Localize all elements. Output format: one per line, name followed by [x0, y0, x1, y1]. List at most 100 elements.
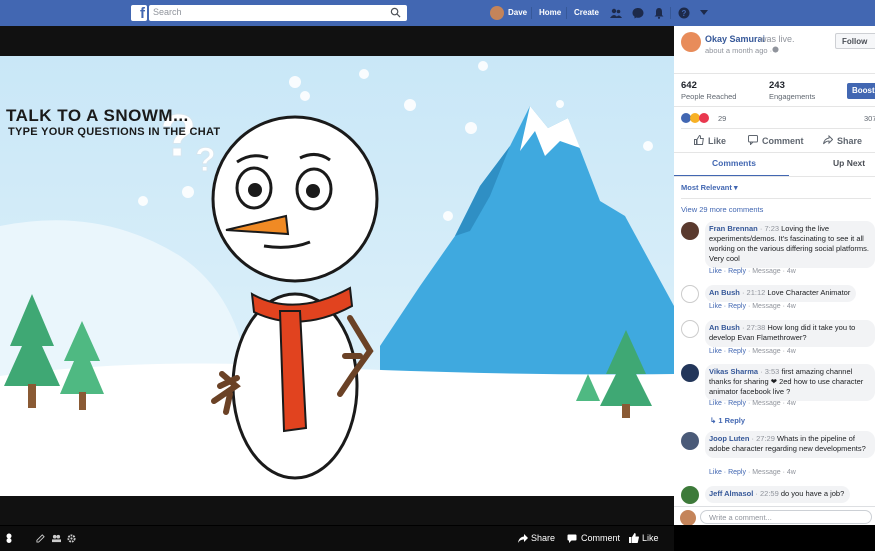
comment-icon[interactable]: [748, 135, 758, 145]
commenter-avatar[interactable]: [681, 364, 699, 382]
comment-item: Joop Luten · 27:29 Whats in the pipeline…: [674, 431, 875, 481]
comment-video-time[interactable]: · 27:38: [742, 323, 765, 332]
nav-divider: [531, 7, 532, 19]
commenter-name[interactable]: Jeff Almasol: [709, 489, 753, 498]
settings-gear-icon[interactable]: [67, 534, 76, 543]
comment-button[interactable]: Comment: [762, 136, 804, 146]
like-icon[interactable]: [694, 135, 704, 145]
video-frame: ? ? TALK TO A SNOWM... TYPE YOUR QUESTIO…: [0, 56, 674, 496]
commenter-avatar[interactable]: [681, 432, 699, 450]
share-button[interactable]: Share: [837, 136, 862, 146]
comment-bubble: Fran Brennan · 7:23 Loving the live expe…: [705, 221, 875, 268]
comment-reply-link[interactable]: Reply: [728, 348, 746, 355]
comment-reply-link[interactable]: Reply: [728, 469, 746, 476]
video-action-bar: Share Comment Like: [0, 526, 674, 551]
boost-button-label: Boost: [852, 86, 875, 95]
video-subtitle-text: TYPE YOUR QUESTIONS IN THE CHAT: [8, 126, 221, 138]
comment-item: Jeff Almasol · 22:59 do you have a job?: [674, 486, 875, 506]
notifications-icon[interactable]: [653, 7, 665, 19]
comment-reply-link[interactable]: Reply: [728, 303, 746, 310]
like-thumb-icon[interactable]: [629, 533, 639, 543]
boost-button[interactable]: Boost: [847, 83, 875, 99]
comment-like-link[interactable]: Like: [709, 303, 722, 310]
write-comment-input[interactable]: Write a comment...: [700, 510, 872, 524]
comment-like-link[interactable]: Like: [709, 400, 722, 407]
video-like-button[interactable]: Like: [642, 533, 659, 543]
commenter-name[interactable]: Vikas Sharma: [709, 367, 758, 376]
reply-count-label: 1 Reply: [718, 416, 746, 425]
comment-age: 4w: [786, 268, 796, 275]
comment-message-link[interactable]: Message: [752, 268, 780, 275]
video-comment-button[interactable]: Comment: [581, 533, 620, 543]
video-share-button[interactable]: Share: [531, 533, 555, 543]
comment-message-link[interactable]: Message: [752, 303, 780, 310]
page-live-status: was live.: [760, 34, 795, 44]
svg-text:?: ?: [682, 9, 687, 18]
comment-age: 4w: [786, 469, 796, 476]
view-more-comments-link[interactable]: View 29 more comments: [681, 205, 763, 214]
current-user-avatar: [680, 510, 696, 525]
comment-reply-link[interactable]: Reply: [728, 400, 746, 407]
comment-video-time[interactable]: · 7:23: [760, 224, 779, 233]
tab-comments[interactable]: Comments: [712, 158, 756, 168]
comment-message-link[interactable]: Message: [752, 400, 780, 407]
comment-actions: Like · Reply · Message · 4w: [709, 268, 796, 275]
friends-icon[interactable]: [610, 7, 622, 19]
comment-video-time[interactable]: · 27:29: [752, 434, 775, 443]
comment-actions: Like · Reply · Message · 4w: [709, 469, 796, 476]
commenter-name[interactable]: An Bush: [709, 323, 740, 332]
comment-video-time[interactable]: · 3:53: [760, 367, 779, 376]
comment-video-time[interactable]: · 21:12: [742, 288, 765, 297]
user-avatar[interactable]: [490, 6, 504, 20]
comment-reply-link[interactable]: Reply: [728, 268, 746, 275]
sort-comments-dropdown[interactable]: Most Relevant ▾: [681, 183, 738, 192]
share-arrow-icon[interactable]: [518, 534, 528, 543]
globe-icon: [772, 46, 779, 53]
page-avatar[interactable]: [681, 32, 701, 52]
caret-down-icon[interactable]: [700, 10, 708, 16]
comment-item: Fran Brennan · 7:23 Loving the live expe…: [674, 221, 875, 277]
home-link[interactable]: Home: [539, 8, 561, 17]
comment-age: 4w: [786, 303, 796, 310]
reaction-count: 29: [718, 114, 727, 123]
follow-button[interactable]: Follow: [835, 33, 875, 49]
page-name-link[interactable]: Okay Samurai: [705, 34, 765, 44]
commenter-avatar[interactable]: [681, 222, 699, 240]
messenger-icon[interactable]: [632, 7, 644, 19]
comment-like-link[interactable]: Like: [709, 469, 722, 476]
comment-message-link[interactable]: Message: [752, 469, 780, 476]
comment-actions: Like · Reply · Message · 4w: [709, 400, 796, 407]
user-name-link[interactable]: Dave: [508, 8, 527, 17]
tab-up-next[interactable]: Up Next: [833, 158, 865, 168]
search-input[interactable]: Search: [149, 5, 407, 21]
facebook-logo[interactable]: f: [131, 5, 147, 22]
search-icon[interactable]: [390, 7, 401, 18]
commenter-name[interactable]: An Bush: [709, 288, 740, 297]
share-icon[interactable]: [823, 135, 833, 145]
commenter-name[interactable]: Fran Brennan: [709, 224, 758, 233]
edit-icon[interactable]: [36, 534, 45, 543]
write-comment-bar: Write a comment...: [674, 506, 875, 525]
comment-item: Vikas Sharma · 3:53 first amazing channe…: [674, 364, 875, 426]
comment-bubble-icon[interactable]: [567, 534, 577, 543]
video-title-text: TALK TO A SNOWM...: [6, 106, 189, 125]
create-link[interactable]: Create: [574, 8, 599, 17]
comment-bubble: Joop Luten · 27:29 Whats in the pipeline…: [705, 431, 875, 458]
comment-video-time[interactable]: · 22:59: [755, 489, 778, 498]
commenter-avatar[interactable]: [681, 486, 699, 504]
love-reaction-icon: [699, 113, 709, 123]
live-video-player[interactable]: ? ? TALK TO A SNOWM... TYPE YOUR QUESTIO…: [0, 26, 674, 551]
comment-message-link[interactable]: Message: [752, 348, 780, 355]
comment-age: 4w: [786, 400, 796, 407]
comment-like-link[interactable]: Like: [709, 268, 722, 275]
commenter-avatar[interactable]: [681, 285, 699, 303]
help-icon[interactable]: ?: [678, 7, 690, 19]
commenter-avatar[interactable]: [681, 320, 699, 338]
comment-text: do you have a job?: [780, 489, 845, 498]
like-button[interactable]: Like: [708, 136, 726, 146]
comment-like-link[interactable]: Like: [709, 348, 722, 355]
commenter-name[interactable]: Joop Luten: [709, 434, 749, 443]
view-replies-link[interactable]: ↳ 1 Reply: [710, 416, 745, 425]
people-icon[interactable]: [52, 534, 61, 543]
post-timestamp[interactable]: about a month ago ·: [705, 46, 772, 55]
